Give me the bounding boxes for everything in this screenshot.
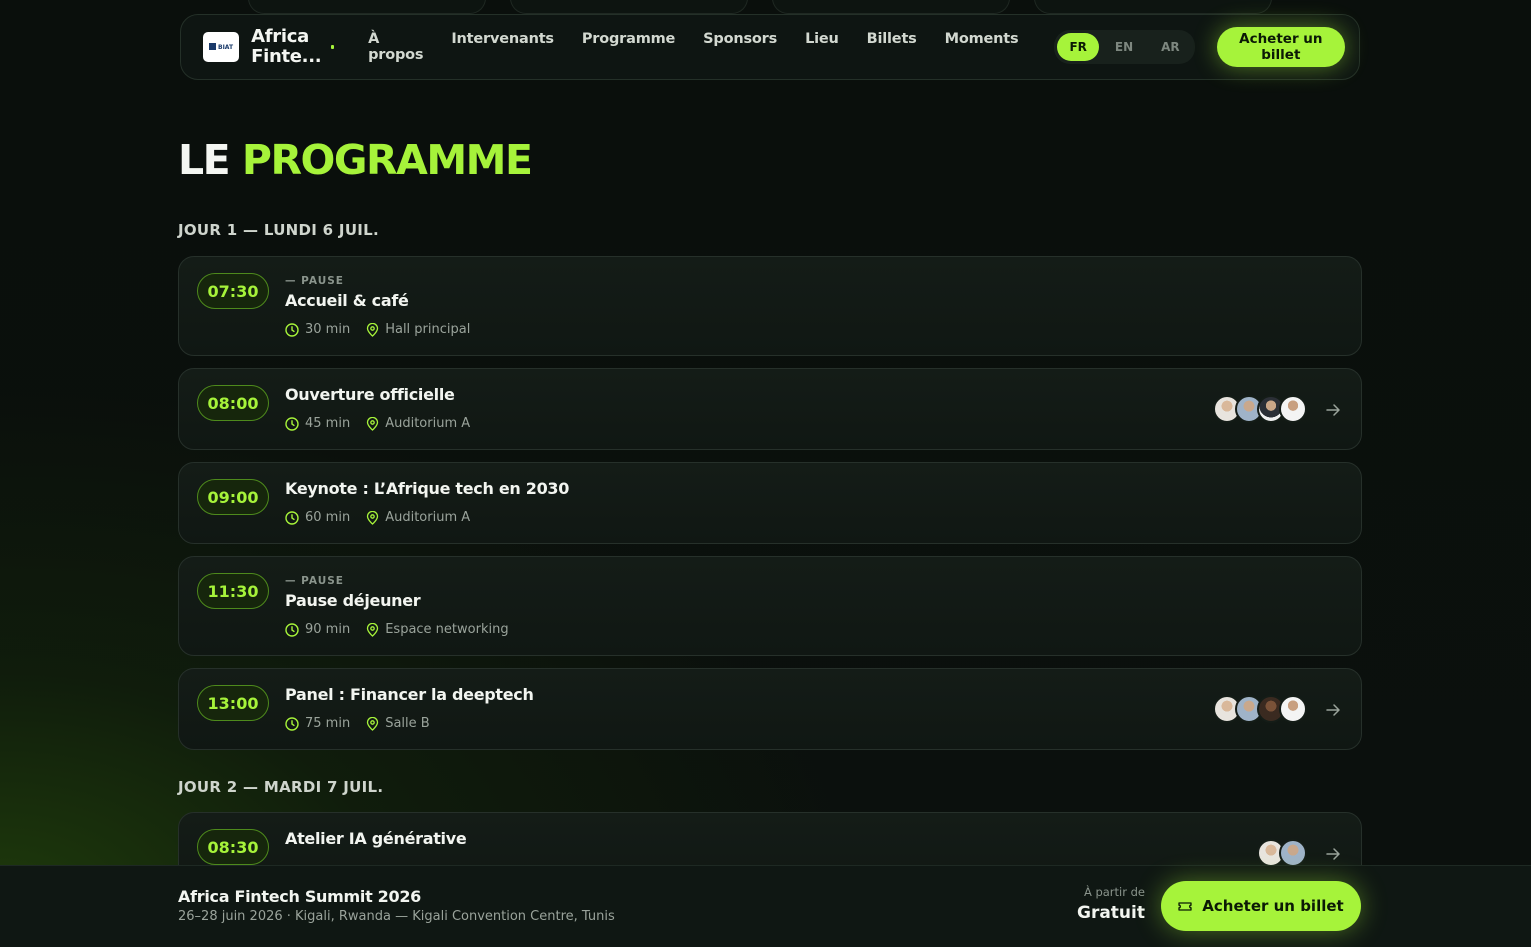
nav-link-sponsors[interactable]: Sponsors bbox=[703, 31, 777, 63]
event-details: 26–28 juin 2026 · Kigali, Rwanda — Kigal… bbox=[178, 909, 615, 924]
lang-en[interactable]: EN bbox=[1103, 33, 1145, 61]
session-meta: 60 min Auditorium A bbox=[285, 510, 470, 525]
session-location: Salle B bbox=[385, 716, 430, 731]
day-title: JOUR 1 — LUNDI 6 JUIL. bbox=[178, 221, 380, 239]
nav-link-billets[interactable]: Billets bbox=[867, 31, 917, 63]
session-time: 09:00 bbox=[197, 479, 269, 515]
location-pin-icon bbox=[367, 416, 379, 431]
session-card[interactable]: 13:00 Panel : Financer la deeptech 75 mi… bbox=[178, 668, 1362, 750]
session-time: 13:00 bbox=[197, 685, 269, 721]
arrow-right-icon[interactable] bbox=[1323, 700, 1343, 720]
session-duration: 90 min bbox=[305, 622, 351, 637]
session-card[interactable]: 07:30 — PAUSE Accueil & café 30 min Hall… bbox=[178, 256, 1362, 356]
speaker-avatars bbox=[1213, 695, 1307, 723]
price-value: Gratuit bbox=[1077, 903, 1145, 923]
arrow-right-icon[interactable] bbox=[1323, 844, 1343, 864]
clock-icon bbox=[285, 510, 299, 525]
session-tag: — PAUSE bbox=[285, 575, 344, 587]
session-title: Keynote : L’Afrique tech en 2030 bbox=[285, 479, 570, 498]
session-duration: 30 min bbox=[305, 322, 351, 337]
location-pin-icon bbox=[367, 322, 379, 337]
location-pin-icon bbox=[367, 716, 379, 731]
session-tag: — PAUSE bbox=[285, 275, 344, 287]
logo-text: BIAT bbox=[209, 43, 233, 51]
brand-logo[interactable]: BIAT bbox=[203, 32, 240, 62]
avatar[interactable] bbox=[1279, 695, 1307, 723]
day-title: JOUR 2 — MARDI 7 JUIL. bbox=[178, 778, 384, 796]
language-switcher: FR EN AR bbox=[1054, 30, 1195, 64]
buy-ticket-button[interactable]: Acheter un billet bbox=[1216, 27, 1345, 67]
ghost-tab bbox=[772, 0, 1010, 14]
session-location: Hall principal bbox=[385, 322, 471, 337]
session-title: Pause déjeuner bbox=[285, 591, 421, 610]
event-name: Africa Fintech Summit 2026 bbox=[178, 887, 422, 906]
session-meta: 75 min Salle B bbox=[285, 716, 430, 731]
sticky-footer: Africa Fintech Summit 2026 26–28 juin 20… bbox=[0, 865, 1531, 947]
ghost-tab bbox=[1034, 0, 1272, 14]
arrow-right-icon[interactable] bbox=[1323, 400, 1343, 420]
brand-name[interactable]: Africa Finte... bbox=[251, 27, 322, 67]
session-location: Espace networking bbox=[385, 622, 509, 637]
buy-ticket-footer-label: Acheter un billet bbox=[1202, 897, 1344, 915]
session-card[interactable]: 11:30 — PAUSE Pause déjeuner 90 min Espa… bbox=[178, 556, 1362, 656]
clock-icon bbox=[285, 716, 299, 731]
nav-link-a-propos[interactable]: À propos bbox=[368, 31, 423, 63]
page-title-word2: PROGRAMME bbox=[241, 136, 533, 184]
buy-ticket-footer-button[interactable]: Acheter un billet bbox=[1161, 881, 1361, 931]
nav-link-programme[interactable]: Programme bbox=[582, 31, 676, 63]
ghost-tab bbox=[510, 0, 748, 14]
price-label: À partir de bbox=[1083, 885, 1145, 899]
session-card[interactable]: 08:00 Ouverture officielle 45 min Audito… bbox=[178, 368, 1362, 450]
nav-link-moments[interactable]: Moments bbox=[945, 31, 1019, 63]
session-time: 08:00 bbox=[197, 385, 269, 421]
session-title: Atelier IA générative bbox=[285, 829, 467, 848]
clock-icon bbox=[285, 416, 299, 431]
page-title: LE PROGRAMME bbox=[178, 136, 533, 184]
session-location: Auditorium A bbox=[385, 510, 471, 525]
session-title: Panel : Financer la deeptech bbox=[285, 685, 534, 704]
nav-links: À propos Intervenants Programme Sponsors… bbox=[368, 31, 1019, 63]
location-pin-icon bbox=[367, 622, 379, 637]
session-meta: 90 min Espace networking bbox=[285, 622, 509, 637]
clock-icon bbox=[285, 322, 299, 337]
ghost-tab bbox=[248, 0, 486, 14]
location-pin-icon bbox=[367, 510, 379, 525]
session-time: 07:30 bbox=[197, 273, 269, 309]
session-duration: 60 min bbox=[305, 510, 351, 525]
session-card[interactable]: 09:00 Keynote : L’Afrique tech en 2030 6… bbox=[178, 462, 1362, 544]
ticket-icon bbox=[1178, 901, 1192, 911]
session-time: 11:30 bbox=[197, 573, 269, 609]
session-title: Accueil & café bbox=[285, 291, 409, 310]
lang-ar[interactable]: AR bbox=[1149, 33, 1192, 61]
session-location: Auditorium A bbox=[385, 416, 471, 431]
speaker-avatars bbox=[1257, 839, 1307, 867]
lang-fr[interactable]: FR bbox=[1057, 33, 1099, 61]
session-meta: 30 min Hall principal bbox=[285, 322, 470, 337]
nav-link-lieu[interactable]: Lieu bbox=[805, 31, 839, 63]
session-meta: 45 min Auditorium A bbox=[285, 416, 470, 431]
clock-icon bbox=[285, 622, 299, 637]
session-duration: 75 min bbox=[305, 716, 351, 731]
speaker-avatars bbox=[1213, 395, 1307, 423]
brand-dot bbox=[331, 45, 335, 49]
page-title-word1: LE bbox=[178, 136, 231, 184]
nav-link-intervenants[interactable]: Intervenants bbox=[451, 31, 554, 63]
session-duration: 45 min bbox=[305, 416, 351, 431]
session-title: Ouverture officielle bbox=[285, 385, 455, 404]
avatar[interactable] bbox=[1279, 839, 1307, 867]
top-navigation: BIAT Africa Finte... À propos Intervenan… bbox=[180, 14, 1360, 80]
avatar[interactable] bbox=[1279, 395, 1307, 423]
session-time: 08:30 bbox=[197, 829, 269, 865]
